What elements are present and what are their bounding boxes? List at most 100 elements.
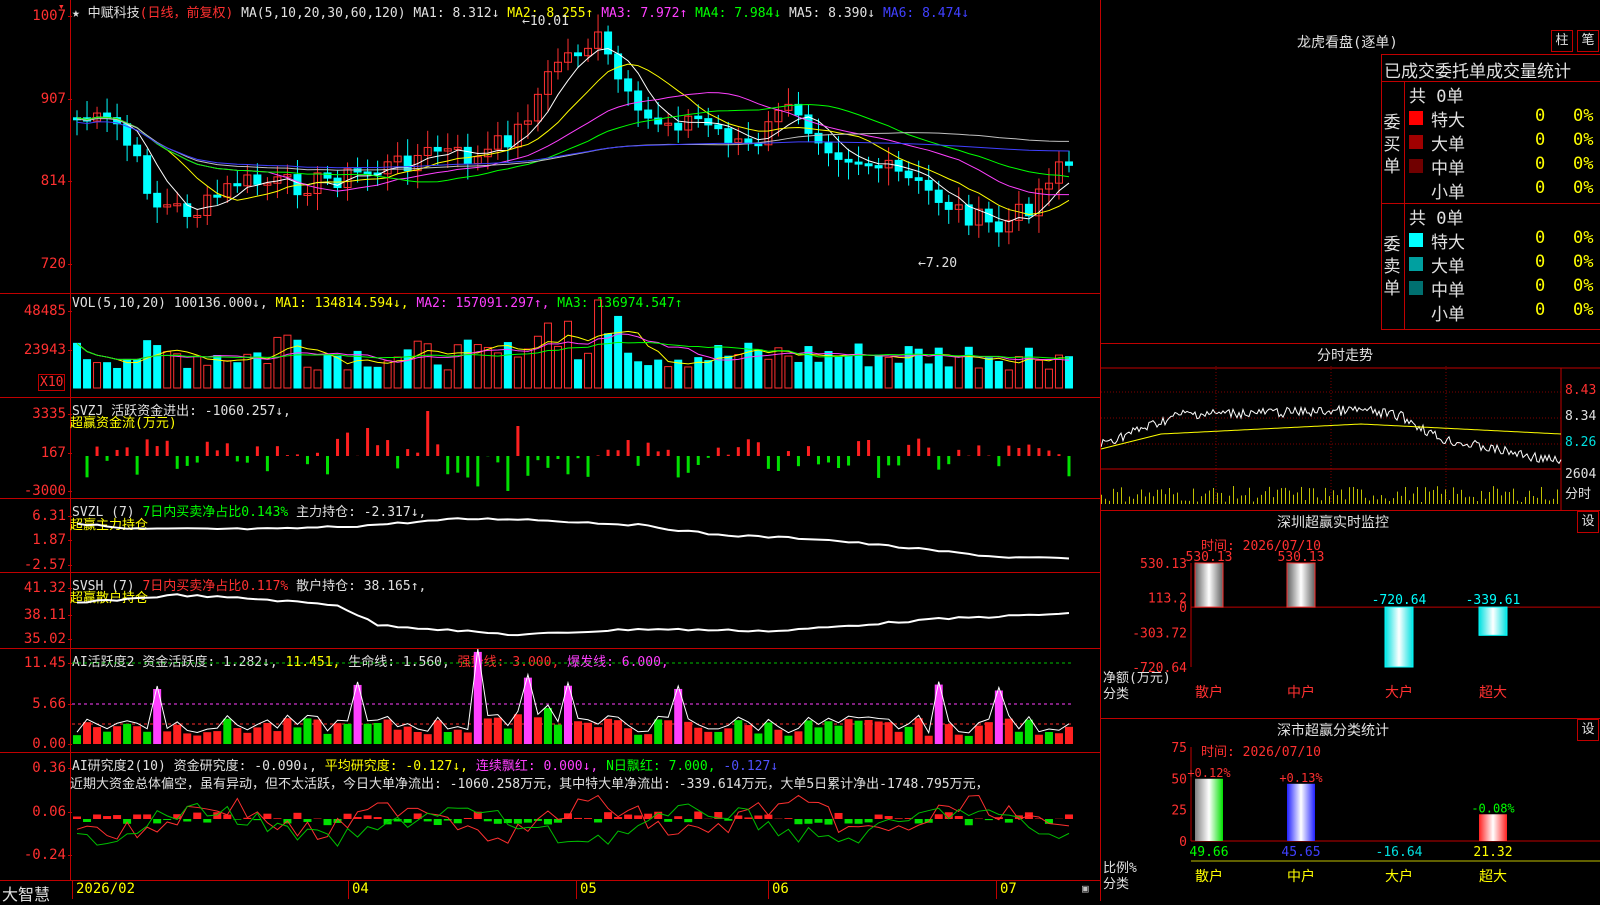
activity-chart[interactable] [0, 649, 1100, 753]
volume-bar [134, 360, 141, 388]
flow-bar [176, 456, 179, 469]
intraday-volume-bar [1321, 500, 1322, 504]
category-label: 散户 [1195, 868, 1223, 885]
intraday-volume-bar [1317, 497, 1318, 504]
volume-bar [564, 321, 571, 388]
date-label: 07 [1000, 881, 1017, 897]
intraday-volume-bar [1385, 498, 1386, 504]
intraday-volume-bar [1113, 489, 1114, 504]
intraday-volume-bar [1221, 493, 1222, 504]
intraday-volume-bar [1121, 487, 1122, 504]
volume-bar [184, 368, 191, 388]
lock-icon[interactable]: ▣ [1082, 882, 1089, 895]
volume-chart[interactable] [0, 294, 1100, 398]
intraday-volume-bar [1229, 496, 1230, 504]
research-bar [965, 819, 973, 825]
flow-bar [887, 456, 890, 465]
intraday-volume-bar [1449, 500, 1450, 504]
flow-bar [997, 456, 1000, 466]
flow-bar [236, 456, 239, 461]
order-percent: 0% [1573, 154, 1593, 174]
y-tick-label: 50 [1171, 772, 1187, 787]
flow-bar [787, 451, 790, 456]
flow-bar [747, 439, 750, 456]
research-bar [324, 819, 332, 825]
net-amount-bar [1385, 607, 1413, 667]
research-chart[interactable] [0, 753, 1100, 881]
intraday-volume-bar [1461, 490, 1462, 504]
pen-view-button[interactable]: 笔 [1577, 30, 1599, 52]
volume-panel[interactable]: 48485 23943 X10 VOL(5,10,20) 100136.000↓… [0, 293, 1100, 398]
intraday-volume-bar [1521, 502, 1522, 504]
lhb-panel: 龙虎看盘(逐单) 柱 笔 已成交委托单成交量统计 委买单 共 0单 特大00%大… [1100, 0, 1600, 343]
flow-bar [657, 451, 660, 456]
volume-bar [404, 350, 411, 388]
sz-stat-panel[interactable]: 深市超赢分类统计 设 时间: 2026/07/10 7550250+0.12%4… [1100, 718, 1600, 901]
intraday-volume-bar [1153, 496, 1154, 504]
candle [865, 164, 872, 166]
candle [625, 79, 632, 91]
volume-bar [1045, 369, 1052, 388]
candle [875, 166, 882, 168]
svzl-panel[interactable]: 6.31 1.87 -2.57 SVZL (7) 7日内买卖净占比0.143% … [0, 498, 1100, 573]
intraday-volume-bar [1297, 492, 1298, 504]
flow-bar [577, 456, 580, 458]
bar-value-label: 530.13 [1278, 550, 1325, 565]
activity-bar [203, 732, 211, 744]
ai-activity-panel[interactable]: 11.45 5.66 0.00 AI活跃度2 资金活跃度: 1.282↓, 11… [0, 648, 1100, 753]
volume-bar [725, 356, 732, 388]
flow-bar [546, 456, 549, 468]
intraday-volume-bar [1513, 489, 1514, 504]
activity-bar [674, 689, 682, 744]
flow-bar [607, 450, 610, 456]
ratio-bar [1479, 814, 1507, 841]
intraday-panel[interactable]: 分时走势 8.43 8.34 8.26 2604 分时 [1100, 343, 1600, 511]
order-count: 0 [1535, 106, 1545, 126]
bar-value-label: -720.64 [1372, 593, 1427, 608]
net-amount-bar [1479, 607, 1507, 635]
intraday-volume-bar [1205, 494, 1206, 504]
activity-bar [875, 721, 883, 744]
svsh-panel[interactable]: 41.32 38.11 35.02 SVSH (7) 7日内买卖净占比0.117… [0, 572, 1100, 649]
candle [154, 193, 161, 207]
volume-bar [484, 347, 491, 388]
candlestick-chart[interactable] [0, 0, 1100, 293]
intraday-chart[interactable] [1101, 344, 1600, 511]
ratio-bar [1287, 784, 1315, 841]
activity-bar [754, 733, 762, 744]
intraday-volume-bar [1409, 500, 1410, 504]
flow-bar [977, 445, 980, 456]
activity-bar [915, 718, 923, 744]
activity-bar [93, 727, 101, 744]
research-bar [935, 814, 943, 819]
svzj-panel[interactable]: 3335 167 -3000 SVZJ 活跃资金进出: -1060.257↓, … [0, 397, 1100, 499]
main-holding-chart[interactable] [0, 499, 1100, 573]
volume-bar [795, 362, 802, 388]
ai-research-panel[interactable]: 0.36 0.06 -0.24 AI研究度2(10) 资金研究度: -0.090… [0, 752, 1100, 881]
flow-bar [877, 456, 880, 478]
bar-view-button[interactable]: 柱 [1551, 30, 1573, 52]
capital-flow-chart[interactable] [0, 398, 1100, 499]
activity-bar [113, 726, 121, 744]
activity-bar [123, 724, 131, 744]
volume-bar [1035, 360, 1042, 388]
candle [965, 205, 972, 225]
research-bar [875, 815, 883, 819]
volume-bar [124, 359, 131, 388]
price-panel[interactable]: 1007 907 814 720 ▾ ★ 中赋科技(日线，前复权) MA(5,1… [0, 0, 1100, 293]
sz-monitor-panel[interactable]: 深圳超赢实时监控 设 时间: 2026/07/10 530.13113.20-3… [1100, 510, 1600, 719]
activity-bar [1065, 727, 1073, 744]
retail-holding-chart[interactable] [0, 573, 1100, 649]
volume-bar [174, 354, 181, 388]
research-bar [524, 819, 532, 823]
flow-bar [847, 456, 850, 466]
sz-stat-xlabel: 分类 [1103, 873, 1129, 892]
flow-bar [296, 454, 299, 456]
intraday-volume-bar [1497, 489, 1498, 504]
candle [935, 190, 942, 202]
intraday-volume-bar [1537, 498, 1538, 504]
volume-bar [975, 368, 982, 388]
research-bar [684, 819, 692, 822]
volume-bar [114, 368, 121, 388]
research-bar [514, 819, 522, 824]
